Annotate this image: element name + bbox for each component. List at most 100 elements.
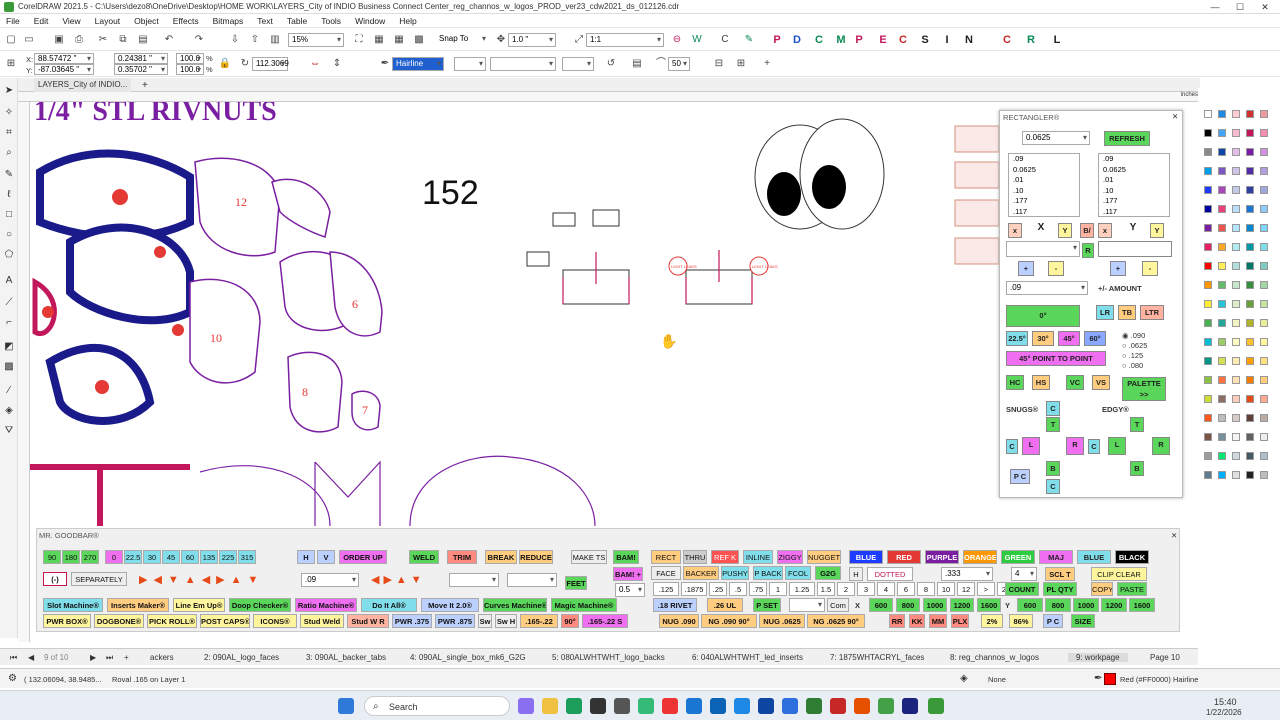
minus-box-button[interactable]: (-) [43, 572, 67, 586]
color-swatch[interactable] [1246, 395, 1254, 403]
macro-pwr-box-button[interactable]: PWR BOX® [43, 614, 91, 628]
color-swatch[interactable] [1232, 205, 1240, 213]
snugs-c-left-button[interactable]: C [1006, 439, 1018, 454]
fraction-button[interactable]: 4 [877, 582, 895, 596]
color-swatch[interactable] [1232, 281, 1240, 289]
color-swatch[interactable] [1260, 262, 1268, 270]
p-set-button[interactable]: P SET [753, 598, 781, 612]
snugs-b-button[interactable]: B [1046, 461, 1060, 476]
page-tab[interactable]: 9: workpage [1068, 653, 1128, 662]
page-tab[interactable]: 8: reg_channos_w_logos [950, 653, 1039, 662]
parallel-dimension-icon[interactable]: ⟋ [3, 296, 15, 310]
color-swatch[interactable] [1218, 224, 1226, 232]
color-swatch[interactable] [1260, 376, 1268, 384]
color-swatch[interactable] [1204, 262, 1212, 270]
break-button[interactable]: BREAK [485, 550, 517, 564]
rect-button[interactable]: RECT [651, 550, 681, 564]
reduce-button[interactable]: REDUCE [519, 550, 553, 564]
snugs-c-bottom-button[interactable]: C [1046, 479, 1060, 494]
color-swatch[interactable] [1260, 471, 1268, 479]
menu-help[interactable]: Help [399, 16, 416, 26]
color-swatch[interactable] [1204, 300, 1212, 308]
ruler-horizontal[interactable]: inches [18, 92, 1200, 102]
nugget-size-button[interactable]: NG .090 90° [701, 614, 757, 628]
color-swatch[interactable] [1232, 471, 1240, 479]
color-swatch[interactable] [1204, 186, 1212, 194]
to-front-icon[interactable]: ▤ [630, 57, 644, 71]
angle-135-button[interactable]: 135 [200, 550, 218, 564]
count-4-input[interactable]: 4 [1011, 567, 1037, 581]
feet-button[interactable]: FEET [565, 576, 587, 590]
color-orange-button[interactable]: ORANGE [963, 550, 997, 564]
color-green-button[interactable]: GREEN [1001, 550, 1035, 564]
file-explorer-icon[interactable] [542, 698, 558, 714]
backer-button[interactable]: BACKER [683, 566, 719, 580]
color-swatch[interactable] [1246, 357, 1254, 365]
color-swatch[interactable] [1232, 110, 1240, 118]
color-swatch[interactable] [1218, 243, 1226, 251]
start-icon[interactable] [338, 698, 354, 714]
rectangler-size-select[interactable]: 0.0625 [1022, 131, 1090, 145]
cut-icon[interactable]: ✂ [96, 33, 110, 47]
y-size-600-button[interactable]: 600 [1017, 598, 1043, 612]
macro-dogbone-button[interactable]: DOGBONE® [94, 614, 144, 628]
separately-checkbox[interactable]: SEPARATELY [71, 572, 127, 586]
eighty-six-percent-button[interactable]: 86% [1009, 614, 1033, 628]
weld-button[interactable]: WELD [409, 550, 439, 564]
color-palette[interactable] [1198, 88, 1280, 668]
page-tab[interactable]: 7: 1875WHTACRYL_faces [830, 653, 924, 662]
au-icon[interactable] [902, 698, 918, 714]
two-percent-button[interactable]: 2% [981, 614, 1003, 628]
angle-30-button[interactable]: 30° [1032, 331, 1054, 346]
fraction-button[interactable]: 1.5 [817, 582, 835, 596]
color-swatch[interactable] [1260, 110, 1268, 118]
pc-button[interactable]: P C [1010, 469, 1030, 484]
plugin-l-button[interactable]: L [1050, 33, 1064, 47]
rectangler-list-left[interactable]: .09 0.0625.01.10.177.117 [1008, 153, 1080, 217]
zero-degree-button[interactable]: 0° [1006, 305, 1080, 327]
kk-button[interactable]: KK [909, 614, 925, 628]
color-swatch[interactable] [1232, 243, 1240, 251]
macro-pen-icon[interactable]: ✎ [742, 33, 756, 47]
mirror-v-icon[interactable]: ⇕ [330, 57, 344, 71]
ref-k-button[interactable]: REF K [711, 550, 739, 564]
angle-0-button[interactable]: 0 [105, 550, 123, 564]
y-size-1600-button[interactable]: 1600 [1129, 598, 1155, 612]
maximize-button[interactable]: ☐ [1230, 0, 1250, 14]
y-value-input[interactable] [1098, 241, 1172, 257]
page-tab[interactable]: 2: 090AL_logo_faces [204, 653, 279, 662]
color-swatch[interactable] [1260, 319, 1268, 327]
menu-object[interactable]: Object [134, 16, 159, 26]
open-icon[interactable]: ▭ [22, 33, 36, 47]
coreldraw-taskbar-icon[interactable] [928, 698, 944, 714]
clip-clear-button[interactable]: CLIP CLEAR [1091, 567, 1147, 581]
color-swatch[interactable] [1204, 452, 1212, 460]
scale-y-input[interactable]: 100.0 [176, 64, 204, 75]
angle-22-5-button[interactable]: 22.5 [124, 550, 142, 564]
mail-icon[interactable] [734, 698, 750, 714]
hc-button[interactable]: HC [1006, 375, 1024, 390]
macro-post-caps-button[interactable]: POST CAPS® [200, 614, 250, 628]
fraction-button[interactable]: 6 [897, 582, 915, 596]
color-swatch[interactable] [1204, 414, 1212, 422]
next-page-button[interactable]: ▶ [90, 653, 96, 662]
macro-slot-machine-button[interactable]: Slot Machine® [43, 598, 103, 612]
fraction-button[interactable]: 8 [917, 582, 935, 596]
plugin-n-button[interactable]: N [962, 33, 976, 47]
mirror-h-icon[interactable]: ⇔ [308, 57, 322, 71]
fraction-button[interactable]: .5 [729, 582, 747, 596]
x-value-input[interactable] [1006, 241, 1080, 257]
nugget-size-button[interactable]: NG .0625 90° [807, 614, 865, 628]
color-maj-button[interactable]: MAJ [1039, 550, 1073, 564]
add-page-button[interactable]: + [124, 653, 129, 662]
nudge-icon[interactable]: ✥ [494, 33, 508, 47]
macro-swbutton[interactable]: Sw [478, 614, 492, 628]
macro-ratio-machine-button[interactable]: Ratio Machine® [295, 598, 357, 612]
pdf-icon[interactable]: ▥ [268, 33, 282, 47]
color-swatch[interactable] [1232, 148, 1240, 156]
angle-30-button[interactable]: 30 [143, 550, 161, 564]
menu-view[interactable]: View [62, 16, 80, 26]
pick-tool-icon[interactable]: ➤ [3, 84, 15, 98]
color-swatch[interactable] [1260, 129, 1268, 137]
first-page-button[interactable]: ⏮ [10, 653, 17, 663]
